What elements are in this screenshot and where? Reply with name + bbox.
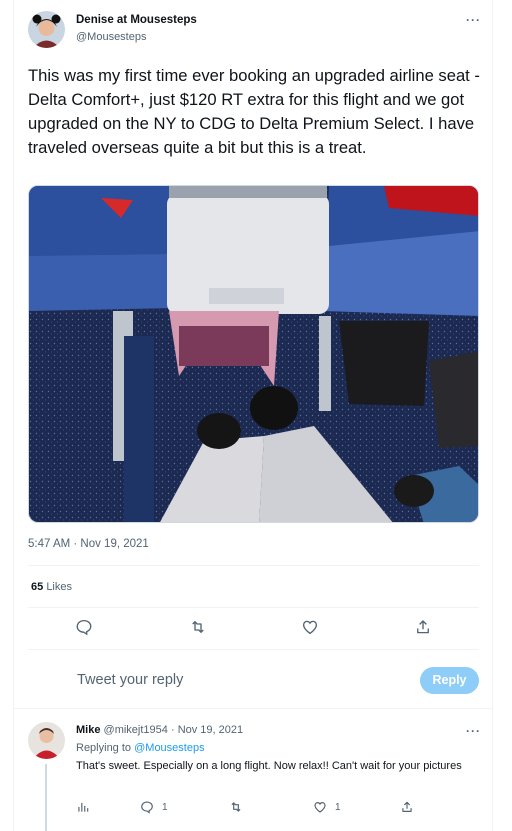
likes-number: 65 xyxy=(31,581,44,593)
reply-author-avatar[interactable] xyxy=(28,722,65,759)
tweet-timestamp[interactable]: 5:47 AM · Nov 19, 2021 xyxy=(28,538,149,550)
retweet-icon[interactable] xyxy=(229,800,243,814)
reply-icon[interactable] xyxy=(75,618,93,636)
reply-author-name[interactable]: Mike xyxy=(76,724,100,736)
reply-count: 1 xyxy=(162,802,168,813)
analytics-icon[interactable] xyxy=(76,800,90,814)
reply-input[interactable]: Tweet your reply xyxy=(77,672,183,688)
reply-button[interactable]: Reply xyxy=(420,667,479,694)
share-icon[interactable] xyxy=(400,800,414,814)
reply-author-handle[interactable]: @mikejt1954 xyxy=(104,724,168,736)
reply-date[interactable]: · Nov 19, 2021 xyxy=(171,724,243,736)
reply-icon[interactable] xyxy=(140,800,154,814)
divider xyxy=(13,708,493,709)
tweet-photo[interactable] xyxy=(28,185,479,523)
replying-to-label: Replying to xyxy=(76,742,132,754)
retweet-icon[interactable] xyxy=(189,618,207,636)
divider xyxy=(28,565,479,566)
more-options-icon[interactable]: ··· xyxy=(466,13,481,27)
reply-text: That's sweet. Especially on a long fligh… xyxy=(76,760,462,772)
share-icon[interactable] xyxy=(414,618,432,636)
like-count: 1 xyxy=(335,802,341,813)
likes-count[interactable]: 65 Likes xyxy=(31,581,72,593)
author-handle[interactable]: @Mousesteps xyxy=(76,31,146,43)
thread-connector-line xyxy=(45,764,47,831)
divider xyxy=(28,649,479,650)
tweet-text: This was my first time ever booking an u… xyxy=(28,66,480,157)
divider xyxy=(28,607,479,608)
author-avatar[interactable] xyxy=(28,11,65,48)
author-name[interactable]: Denise at Mousesteps xyxy=(76,14,197,26)
reply-author[interactable]: Mike @mikejt1954 · Nov 19, 2021 xyxy=(76,724,243,736)
heart-icon[interactable] xyxy=(301,618,319,636)
likes-label: Likes xyxy=(46,581,72,593)
replying-to-handle[interactable]: @Mousesteps xyxy=(134,742,204,754)
heart-icon[interactable] xyxy=(313,800,327,814)
replying-to: Replying to @Mousesteps xyxy=(76,742,205,754)
reply-more-options-icon[interactable]: ··· xyxy=(466,724,481,738)
